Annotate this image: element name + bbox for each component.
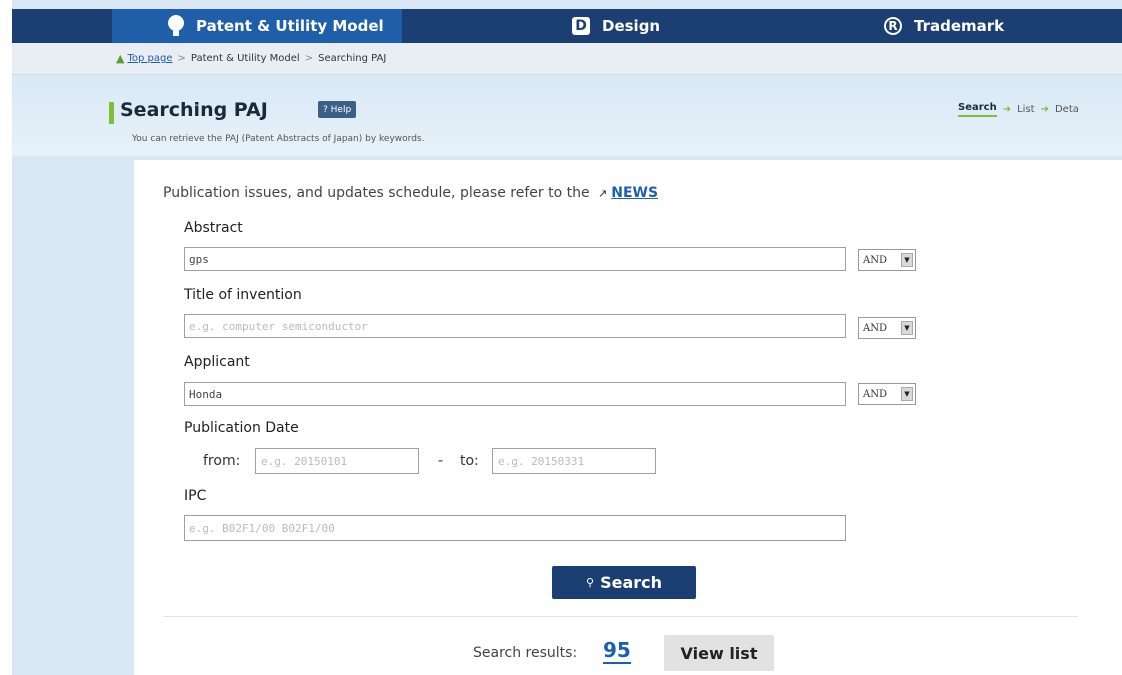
page-title: Searching PAJ xyxy=(120,99,268,121)
news-notice: Publication issues, and updates schedule… xyxy=(163,185,658,201)
date-to-input[interactable] xyxy=(492,448,656,474)
breadcrumb-top-page-link[interactable]: Top page xyxy=(127,53,172,64)
step-indicator: Search ➜ List ➜ Deta xyxy=(958,102,1079,117)
breadcrumb-current: Searching PAJ xyxy=(318,53,387,64)
search-results-label: Search results: xyxy=(473,645,578,661)
applicant-label: Applicant xyxy=(184,354,250,370)
page-subtitle: You can retrieve the PAJ (Patent Abstrac… xyxy=(132,134,425,144)
arrow-right-icon: ➜ xyxy=(1040,104,1049,115)
title-accent-bar xyxy=(109,102,114,124)
chevron-down-icon: ▼ xyxy=(901,321,913,335)
applicant-input[interactable] xyxy=(184,382,846,406)
title-operator-value: AND xyxy=(863,322,887,334)
date-to-label: to: xyxy=(460,453,479,469)
tab-trademark[interactable]: R Trademark xyxy=(884,9,1004,43)
breadcrumb-separator: > xyxy=(304,53,314,64)
search-icon: ⚲ xyxy=(586,576,595,589)
design-d-icon: D xyxy=(572,17,590,35)
tab-design-label: Design xyxy=(602,17,661,35)
chevron-down-icon: ▼ xyxy=(901,387,913,401)
applicant-operator-value: AND xyxy=(863,388,887,400)
news-link[interactable]: NEWS xyxy=(611,185,658,201)
date-from-label: from: xyxy=(203,453,241,469)
registered-r-icon: R xyxy=(884,17,902,35)
tab-patent-label: Patent & Utility Model xyxy=(196,17,384,35)
view-list-button[interactable]: View list xyxy=(664,635,774,671)
tab-trademark-label: Trademark xyxy=(914,17,1005,35)
title-of-invention-input[interactable] xyxy=(184,314,846,338)
step-search: Search xyxy=(958,102,997,117)
external-link-icon: ↗ xyxy=(598,187,608,200)
breadcrumb-separator: > xyxy=(177,53,186,64)
news-notice-text: Publication issues, and updates schedule… xyxy=(163,185,590,201)
breadcrumb-patent: Patent & Utility Model xyxy=(190,53,300,64)
help-button[interactable]: ? Help xyxy=(318,101,357,118)
title-of-invention-label: Title of invention xyxy=(184,287,302,303)
arrow-right-icon: ➜ xyxy=(1002,104,1012,115)
date-dash: - xyxy=(438,453,444,469)
abstract-label: Abstract xyxy=(184,220,243,236)
step-detail: Deta xyxy=(1054,104,1079,115)
lightbulb-icon xyxy=(168,15,184,37)
search-button-label: Search xyxy=(600,573,662,592)
date-from-input[interactable] xyxy=(255,448,419,474)
title-operator-select[interactable]: AND ▼ xyxy=(858,317,916,339)
step-list: List xyxy=(1017,104,1035,115)
tab-patent-utility-model[interactable]: Patent & Utility Model xyxy=(112,9,402,43)
abstract-input[interactable] xyxy=(184,247,846,271)
search-button[interactable]: ⚲ Search xyxy=(552,566,696,599)
applicant-operator-select[interactable]: AND ▼ xyxy=(858,383,916,405)
abstract-operator-select[interactable]: AND ▼ xyxy=(858,249,916,271)
ipc-label: IPC xyxy=(184,488,207,504)
ipc-input[interactable] xyxy=(184,515,846,541)
search-results-count[interactable]: 95 xyxy=(603,638,631,664)
home-icon: ▲ xyxy=(116,52,125,65)
chevron-down-icon: ▼ xyxy=(901,253,913,267)
divider xyxy=(163,616,1078,617)
left-margin xyxy=(0,0,12,675)
tab-design[interactable]: D Design xyxy=(572,9,660,43)
abstract-operator-value: AND xyxy=(863,254,887,266)
breadcrumb: ▲ Top page > Patent & Utility Model > Se… xyxy=(12,43,1122,75)
publication-date-label: Publication Date xyxy=(184,420,299,436)
top-navigation: Patent & Utility Model D Design R Tradem… xyxy=(12,9,1122,43)
